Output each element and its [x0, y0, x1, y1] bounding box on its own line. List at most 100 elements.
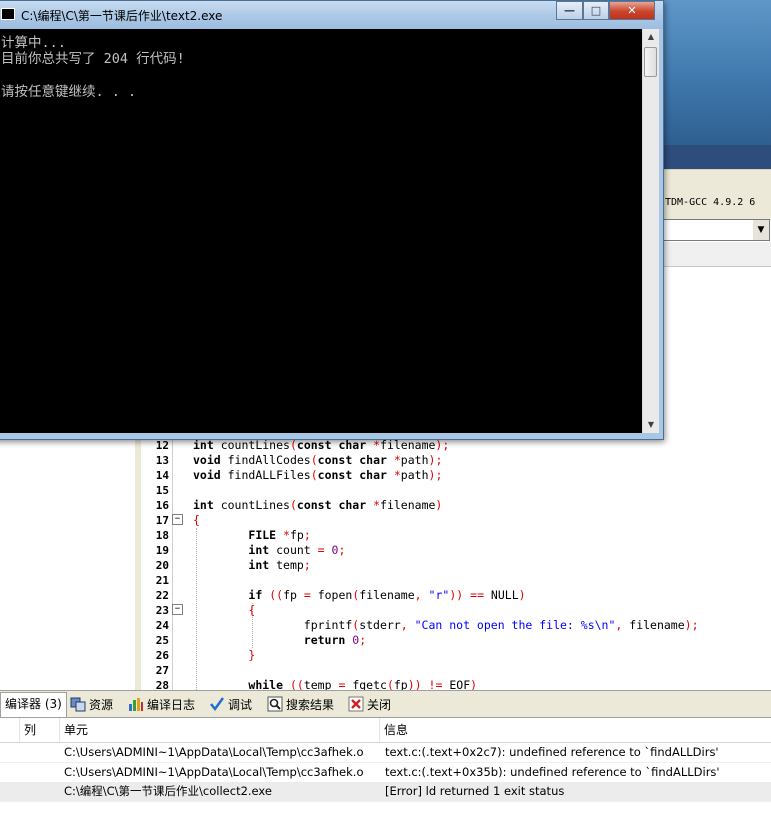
- tab-resources[interactable]: 资源: [66, 694, 117, 716]
- code-text: int temp;: [248, 558, 311, 572]
- header-column[interactable]: 列: [20, 718, 60, 742]
- line-number: 14: [155, 469, 169, 482]
- chevron-down-icon[interactable]: ▼: [753, 220, 769, 240]
- code-line[interactable]: 18 FILE *fp;: [141, 528, 771, 543]
- line-number: 17: [155, 514, 169, 527]
- table-row[interactable]: C:\Users\ADMINI~1\AppData\Local\Temp\cc3…: [0, 763, 771, 783]
- ide-menu-bar: [650, 145, 771, 169]
- fold-toggle-icon[interactable]: −: [172, 604, 183, 615]
- code-line[interactable]: 24 fprintf(stderr, "Can not open the fil…: [141, 618, 771, 633]
- table-header: 列 单元 信息: [0, 718, 771, 743]
- header-blank: [0, 718, 20, 742]
- function-combo[interactable]: ▼: [650, 219, 770, 241]
- code-text: {: [248, 603, 256, 617]
- code-line[interactable]: 26 }: [141, 648, 771, 663]
- code-text: int countLines(const char *filename): [193, 498, 443, 512]
- code-editor[interactable]: 12 int countLines(const char *filename); 1…: [141, 438, 771, 690]
- tab-compiler[interactable]: 编译器 (3): [0, 692, 67, 717]
- console-line: 请按任意键继续. . .: [1, 84, 137, 100]
- line-number: 21: [155, 574, 169, 587]
- header-unit[interactable]: 单元: [60, 718, 380, 742]
- console-window[interactable]: C:\编程\C\第一节课后作业\text2.exe — □ ✕ 计算中... 目…: [0, 0, 664, 440]
- line-number: 22: [155, 589, 169, 602]
- line-number: 15: [155, 484, 169, 497]
- resources-icon: [70, 697, 86, 712]
- compiler-label[interactable]: TDM-GCC 4.9.2 6: [665, 197, 755, 208]
- close-button[interactable]: ✕: [609, 1, 655, 20]
- line-number: 23: [155, 604, 169, 617]
- fold-toggle-icon[interactable]: −: [172, 514, 183, 525]
- ide-toolbar: TDM-GCC 4.9.2 6: [650, 169, 771, 220]
- code-text: FILE *fp;: [248, 528, 311, 542]
- console-title: C:\编程\C\第一节课后作业\text2.exe: [21, 9, 223, 23]
- code-text: if ((fp = fopen(filename, "r")) == NULL): [248, 588, 526, 602]
- scroll-thumb[interactable]: [644, 47, 657, 77]
- console-scrollbar[interactable]: ▲ ▼: [642, 29, 659, 433]
- code-line[interactable]: 21: [141, 573, 771, 588]
- tab-close[interactable]: 关闭: [344, 694, 395, 716]
- tab-resources-label: 资源: [89, 698, 114, 712]
- code-line[interactable]: 20 int temp;: [141, 558, 771, 573]
- code-text: int countLines(const char *filename);: [193, 438, 450, 452]
- code-line[interactable]: 16 int countLines(const char *filename): [141, 498, 771, 513]
- compile-log-icon: [129, 698, 143, 711]
- maximize-button[interactable]: □: [583, 1, 609, 20]
- line-number: 19: [155, 544, 169, 557]
- tab-debug[interactable]: 调试: [205, 694, 256, 716]
- row-unit: C:\Users\ADMINI~1\AppData\Local\Temp\cc3…: [64, 745, 364, 759]
- code-line[interactable]: 19 int count = 0;: [141, 543, 771, 558]
- line-number: 18: [155, 529, 169, 542]
- scroll-up-icon[interactable]: ▲: [643, 29, 659, 45]
- code-line[interactable]: 28 while ((temp = fgetc(fp)) != EOF): [141, 678, 771, 690]
- tab-search-results[interactable]: 搜索结果: [263, 694, 338, 716]
- code-line[interactable]: 27: [141, 663, 771, 678]
- code-text: }: [248, 648, 256, 662]
- tab-compile-log-label: 编译日志: [147, 698, 196, 712]
- code-text: int count = 0;: [248, 543, 346, 557]
- table-row[interactable]: C:\Users\ADMINI~1\AppData\Local\Temp\cc3…: [0, 743, 771, 763]
- search-results-icon: [267, 696, 283, 712]
- project-panel[interactable]: [0, 438, 136, 690]
- line-number: 25: [155, 634, 169, 647]
- close-icon: [348, 696, 364, 712]
- code-line[interactable]: 15: [141, 483, 771, 498]
- scroll-down-icon[interactable]: ▼: [643, 417, 659, 433]
- line-number: 16: [155, 499, 169, 512]
- line-number: 27: [155, 664, 169, 677]
- desktop-background: [650, 0, 771, 145]
- code-line[interactable]: 23− {: [141, 603, 771, 618]
- row-info: text.c:(.text+0x35b): undefined referenc…: [385, 765, 720, 779]
- code-text: {: [193, 513, 200, 527]
- line-number: 24: [155, 619, 169, 632]
- console-title-bar[interactable]: C:\编程\C\第一节课后作业\text2.exe — □ ✕: [0, 1, 663, 29]
- row-unit: C:\Users\ADMINI~1\AppData\Local\Temp\cc3…: [64, 765, 364, 779]
- code-line[interactable]: 22 if ((fp = fopen(filename, "r")) == NU…: [141, 588, 771, 603]
- minimize-button[interactable]: —: [556, 1, 583, 20]
- line-number: 13: [155, 454, 169, 467]
- code-line[interactable]: 14 void findALLFiles(const char *path);: [141, 468, 771, 483]
- tab-close-label: 关闭: [367, 698, 392, 712]
- tab-compile-log[interactable]: 编译日志: [124, 694, 199, 716]
- code-text: void findALLFiles(const char *path);: [193, 468, 443, 482]
- console-app-icon: [1, 8, 15, 20]
- editor-tab-strip: [650, 242, 771, 267]
- code-text: void findAllCodes(const char *path);: [193, 453, 443, 467]
- row-info: text.c:(.text+0x2c7): undefined referenc…: [385, 745, 719, 759]
- code-text: return 0;: [303, 633, 367, 647]
- code-line[interactable]: 13 void findAllCodes(const char *path);: [141, 453, 771, 468]
- tab-debug-label: 调试: [228, 698, 253, 712]
- code-text: while ((temp = fgetc(fp)) != EOF): [248, 678, 478, 690]
- compiler-messages-table[interactable]: 列 单元 信息 C:\Users\ADMINI~1\AppData\Local\…: [0, 718, 771, 822]
- line-number: 28: [155, 679, 169, 690]
- console-output[interactable]: 计算中... 目前你总共写了 204 行代码! 请按任意键继续. . .: [0, 29, 642, 433]
- code-line[interactable]: 25 return 0;: [141, 633, 771, 648]
- line-number: 12: [155, 439, 169, 452]
- code-text: fprintf(stderr, "Can not open the file: …: [193, 618, 699, 632]
- tab-search-results-label: 搜索结果: [286, 698, 335, 712]
- code-line[interactable]: 12 int countLines(const char *filename);: [141, 438, 771, 453]
- table-row[interactable]: C:\编程\C\第一节课后作业\collect2.exe [Error] ld …: [0, 782, 771, 802]
- code-line[interactable]: 17−{: [141, 513, 771, 528]
- row-unit: C:\编程\C\第一节课后作业\collect2.exe: [64, 784, 272, 798]
- console-line: 目前你总共写了 204 行代码!: [1, 51, 185, 67]
- header-info[interactable]: 信息: [380, 718, 771, 742]
